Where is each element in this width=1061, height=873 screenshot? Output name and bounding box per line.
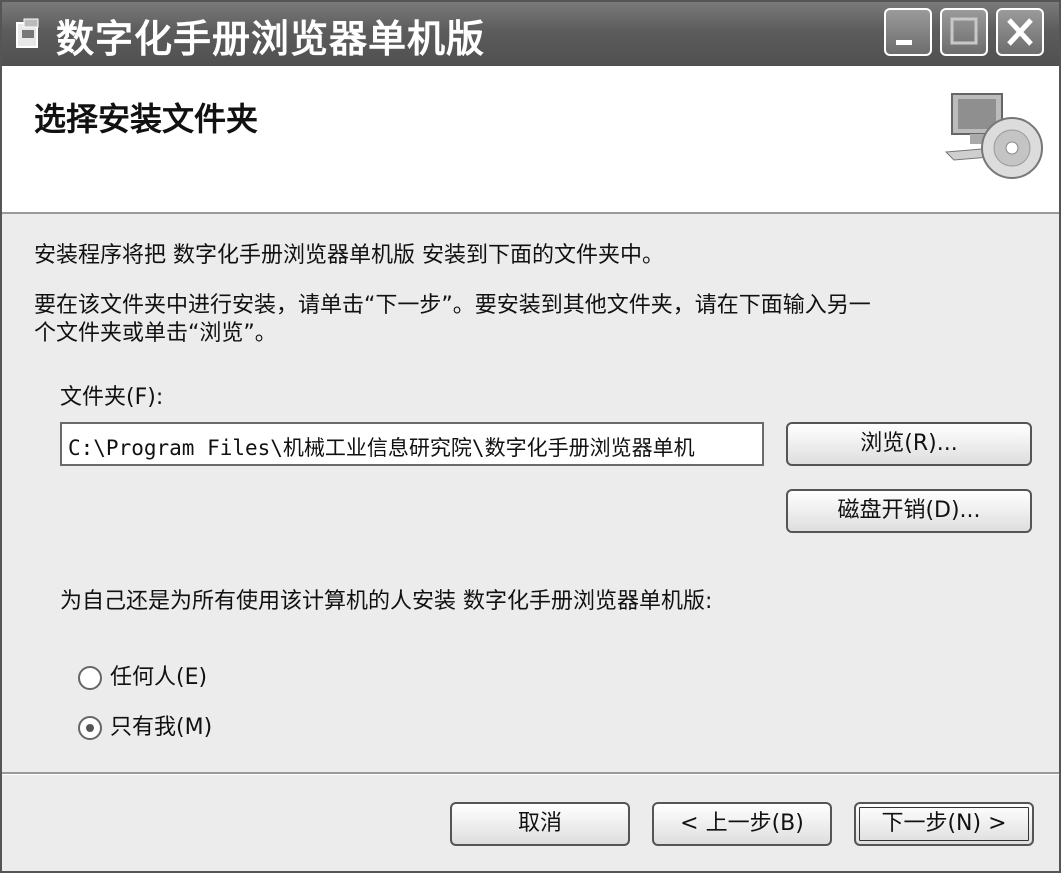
radio-just-me[interactable] — [78, 716, 102, 740]
title-bar[interactable]: 数字化手册浏览器单机版 — [2, 2, 1059, 66]
page-title: 选择安装文件夹 — [34, 100, 259, 138]
browse-button[interactable]: 浏览(R)... — [786, 422, 1032, 466]
installer-window: 数字化手册浏览器单机版 选择安装文件夹 安装程序将把 数字化手册浏览器单机版 安… — [0, 0, 1061, 873]
cancel-button[interactable]: 取消 — [450, 802, 630, 846]
minimize-icon[interactable] — [884, 8, 932, 56]
disk-cost-button[interactable]: 磁盘开销(D)... — [786, 489, 1032, 533]
window-title: 数字化手册浏览器单机版 — [56, 17, 486, 61]
intro-text: 安装程序将把 数字化手册浏览器单机版 安装到下面的文件夹中。 — [34, 243, 664, 268]
instruction-text-2: 个文件夹或单击“浏览”。 — [34, 321, 277, 346]
install-scope-label: 为自己还是为所有使用该计算机的人安装 数字化手册浏览器单机版: — [60, 589, 713, 614]
maximize-icon[interactable] — [940, 8, 988, 56]
radio-selected-dot — [86, 724, 94, 732]
next-button[interactable]: 下一步(N) > — [854, 802, 1034, 846]
wizard-header: 选择安装文件夹 — [2, 66, 1059, 214]
radio-everyone-label[interactable]: 任何人(E) — [110, 664, 207, 692]
footer-divider — [2, 772, 1059, 775]
computer-cd-icon — [942, 90, 1046, 188]
radio-just-me-label[interactable]: 只有我(M) — [110, 714, 212, 742]
installer-icon — [14, 18, 44, 50]
instruction-text-1: 要在该文件夹中进行安装，请单击“下一步”。要安装到其他文件夹，请在下面输入另一 — [34, 293, 871, 318]
folder-label: 文件夹(F): — [60, 385, 164, 410]
folder-path-input[interactable]: C:\Program Files\机械工业信息研究院\数字化手册浏览器单机 — [60, 422, 764, 466]
back-button[interactable]: < 上一步(B) — [652, 802, 832, 846]
radio-everyone[interactable] — [78, 666, 102, 690]
close-icon[interactable] — [996, 8, 1044, 56]
